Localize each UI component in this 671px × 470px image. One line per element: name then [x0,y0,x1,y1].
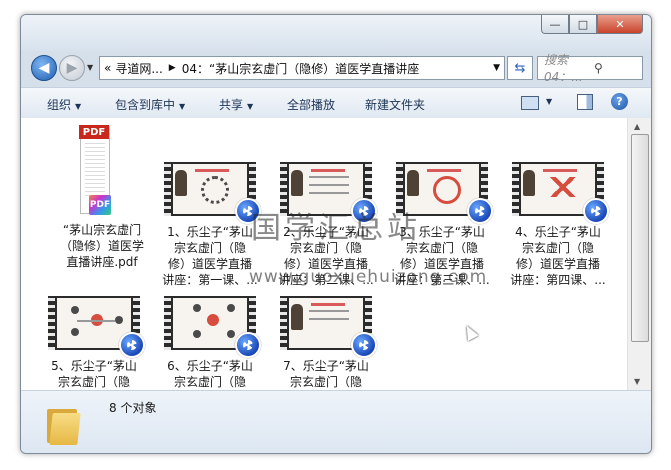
file-item-video-5[interactable]: 5、乐尘子“茅山 宗玄虚门（隐 [47,296,153,390]
media-player-icon [351,332,377,358]
file-name: 1、乐尘子“茅山 宗玄虚门（隐 修）道医学直播 讲座：第一课、... [162,225,258,287]
organize-label: 组织 [47,98,72,112]
folder-icon [47,405,81,445]
breadcrumb-parent[interactable]: 寻道网... [115,60,162,77]
navigation-row: ◀ ▶ ▼ « 寻道网... ▶ 04：“茅山宗玄虚门（隐修）道医学直播讲座 ▼… [21,51,651,84]
new-folder-button[interactable]: 新建文件夹 [365,96,425,113]
back-arrow-icon[interactable]: ◀ [31,55,57,81]
file-item-video-6[interactable]: 6、乐尘子“茅山 宗玄虚门（隐 [163,296,269,390]
share-label: 共享 [219,98,244,112]
pdf-label-icon: PDF [79,125,109,139]
address-bar[interactable]: « 寻道网... ▶ 04：“茅山宗玄虚门（隐修）道医学直播讲座 ▼ [99,56,505,80]
file-list: PDF PDF “茅山宗玄虚门 （隐修）道医学 直播讲座.pdf 1、乐尘子“茅山宗… [21,118,627,390]
item-count: 8 个对象 [109,401,157,415]
chevron-down-icon: ▼ [75,102,82,111]
media-player-icon [467,198,493,224]
share-button[interactable]: 共享 ▼ [219,96,253,113]
maximize-button[interactable]: □ [569,15,597,34]
help-icon[interactable]: ? [611,93,628,110]
search-input[interactable]: 搜索 04：... ⚲ [537,53,643,84]
address-dropdown-icon[interactable]: ▼ [493,63,500,73]
file-item-pdf[interactable]: PDF PDF “茅山宗玄虚门 （隐修）道医学 直播讲座.pdf [49,125,155,276]
address-overflow-icon[interactable]: « [104,61,111,75]
search-icon[interactable]: ⚲ [594,61,638,75]
include-label: 包含到库中 [115,98,176,112]
watermark-url: www.guoxuehuizong.com [249,267,488,287]
details-pane: 8 个对象 [21,390,651,453]
view-options-dropdown[interactable]: ▼ [546,97,552,106]
watermark-title: 国学汇总站 [251,211,421,246]
media-player-icon [583,198,609,224]
file-name: 5、乐尘子“茅山 宗玄虚门（隐 [51,359,137,389]
forward-arrow-icon[interactable]: ▶ [59,55,85,81]
close-button[interactable]: ✕ [597,15,643,34]
window-controls: — □ ✕ [541,15,643,34]
file-name: “茅山宗玄虚门 （隐修）道医学 直播讲座.pdf [59,223,144,269]
scroll-up-icon[interactable]: ▲ [634,122,640,131]
pdf-badge-icon: PDF [89,195,111,215]
chevron-down-icon: ▼ [179,102,186,111]
file-name: 7、乐尘子“茅山 宗玄虚门（隐 [283,359,369,389]
play-all-button[interactable]: 全部播放 [287,96,335,113]
media-player-icon [119,332,145,358]
title-bar: — □ ✕ [21,15,651,51]
preview-pane-icon[interactable] [577,94,593,110]
organize-button[interactable]: 组织 ▼ [47,96,81,113]
search-placeholder: 搜索 04：... [544,53,583,84]
file-item-video-4[interactable]: 4、乐尘子“茅山 宗玄虚门（隐 修）道医学直播 讲座：第四课、... [510,162,617,292]
file-item-video-7[interactable]: 7、乐尘子“茅山 宗玄虚门（隐 [279,296,385,390]
minimize-button[interactable]: — [541,15,569,34]
chevron-down-icon: ▼ [247,102,254,111]
explorer-window: — □ ✕ ◀ ▶ ▼ « 寻道网... ▶ 04：“茅山宗玄虚门（隐修）道医学… [20,14,652,454]
recent-pages-dropdown[interactable]: ▼ [87,63,93,72]
include-in-library-button[interactable]: 包含到库中 ▼ [115,96,185,113]
file-name: 6、乐尘子“茅山 宗玄虚门（隐 [167,359,253,389]
command-bar: 组织 ▼ 包含到库中 ▼ 共享 ▼ 全部播放 新建文件夹 ▼ ? [21,87,651,119]
breadcrumb-chevron-icon[interactable]: ▶ [169,63,176,73]
change-view-icon[interactable] [521,96,539,110]
media-player-icon [235,332,261,358]
refresh-icon[interactable]: ⇆ [507,56,533,80]
scroll-down-icon[interactable]: ▼ [634,377,640,386]
breadcrumb-current[interactable]: 04：“茅山宗玄虚门（隐修）道医学直播讲座 [182,60,420,77]
file-name: 4、乐尘子“茅山 宗玄虚门（隐 修）道医学直播 讲座：第四课、... [510,225,606,287]
vertical-scrollbar[interactable]: ▲ ▼ [627,118,651,390]
pdf-file-icon: PDF PDF [79,125,111,215]
scrollbar-thumb[interactable] [631,134,649,342]
